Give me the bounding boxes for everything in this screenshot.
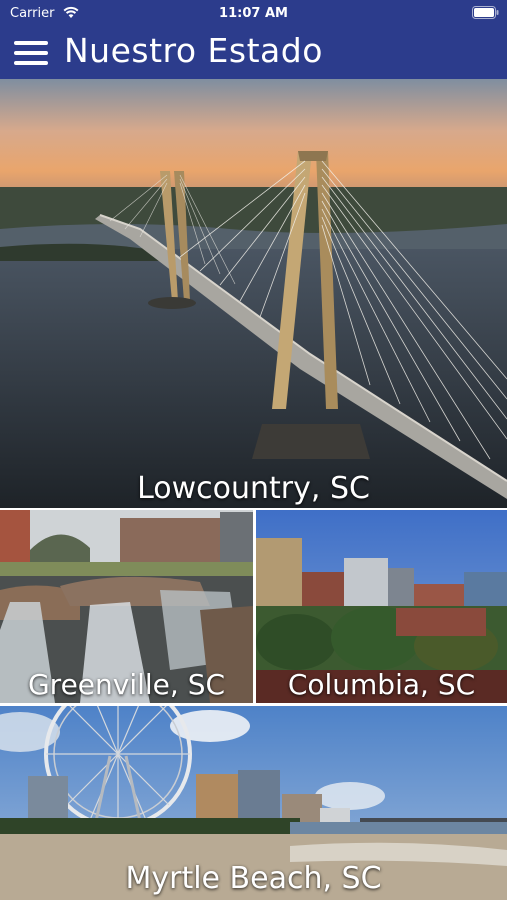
- region-label: Lowcountry, SC: [137, 471, 370, 506]
- status-time: 11:07 AM: [219, 6, 288, 21]
- region-tile-lowcountry[interactable]: Lowcountry, SC: [0, 79, 507, 508]
- region-tile-greenville[interactable]: Greenville, SC: [0, 510, 253, 703]
- battery-icon: [472, 6, 499, 19]
- top-bar: Carrier 11:07 AM Nuestro Estado: [0, 0, 507, 79]
- status-bar: Carrier 11:07 AM: [0, 0, 507, 26]
- region-tile-myrtle-beach[interactable]: Myrtle Beach, SC: [0, 706, 507, 900]
- region-label: Myrtle Beach, SC: [125, 861, 382, 896]
- lowcountry-bridge-photo: [0, 79, 507, 508]
- region-tile-columbia[interactable]: Columbia, SC: [256, 510, 507, 703]
- page-title: Nuestro Estado: [64, 31, 323, 70]
- navigation-bar: Nuestro Estado: [0, 26, 507, 79]
- hamburger-menu-icon[interactable]: [12, 39, 50, 69]
- region-label: Greenville, SC: [27, 668, 226, 701]
- region-label: Columbia, SC: [287, 668, 476, 701]
